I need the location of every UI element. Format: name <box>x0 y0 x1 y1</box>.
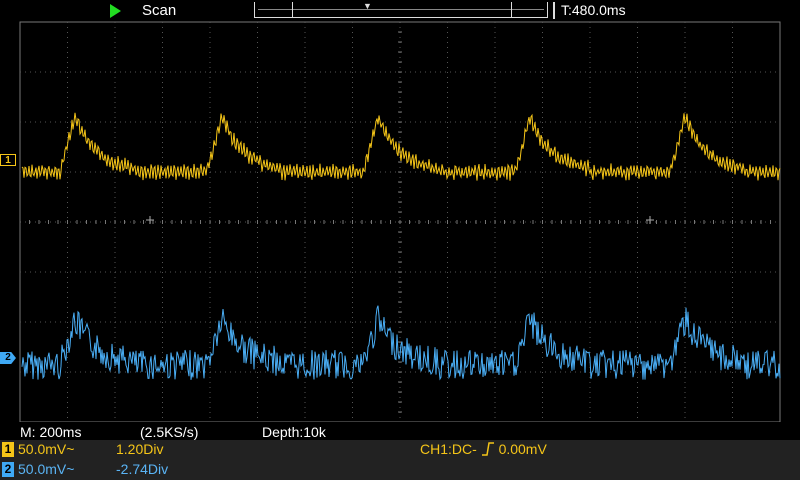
ch1-badge: 1 <box>2 442 14 457</box>
ch2-status-row[interactable]: 2 50.0mV~ -2.74Div <box>0 460 800 479</box>
ch2-offset[interactable]: -2.74Div <box>116 461 168 477</box>
ch2-waveform <box>21 305 781 381</box>
trigger-status[interactable]: CH1:DC- 0.00mV <box>420 441 547 457</box>
ch2-scale[interactable]: 50.0mV~ <box>18 461 74 477</box>
trigger-level: 0.00mV <box>498 441 547 457</box>
ch1-status-row[interactable]: 1 50.0mV~ 1.20Div CH1:DC- 0.00mV <box>0 440 800 459</box>
timebase-bar: M: 200ms (2.5KS/s) Depth:10k <box>0 422 800 440</box>
ch2-marker-label: 2 <box>5 352 11 363</box>
ch1-offset[interactable]: 1.20Div <box>116 441 163 457</box>
channel-status-panel: 1 50.0mV~ 1.20Div CH1:DC- 0.00mV 2 50.0m… <box>0 440 800 480</box>
waveform-display[interactable] <box>0 0 800 480</box>
ch1-offset-marker[interactable]: 1 <box>0 154 16 166</box>
rising-edge-icon <box>481 442 494 456</box>
timebase-scale[interactable]: M: 200ms <box>20 424 81 440</box>
ch1-marker-label: 1 <box>5 155 11 166</box>
ch2-badge: 2 <box>2 462 14 477</box>
sample-rate: (2.5KS/s) <box>140 424 199 440</box>
ch1-waveform <box>21 112 781 181</box>
memory-depth[interactable]: Depth:10k <box>262 424 326 440</box>
ch1-scale[interactable]: 50.0mV~ <box>18 441 74 457</box>
trigger-source: CH1:DC- <box>420 441 477 457</box>
